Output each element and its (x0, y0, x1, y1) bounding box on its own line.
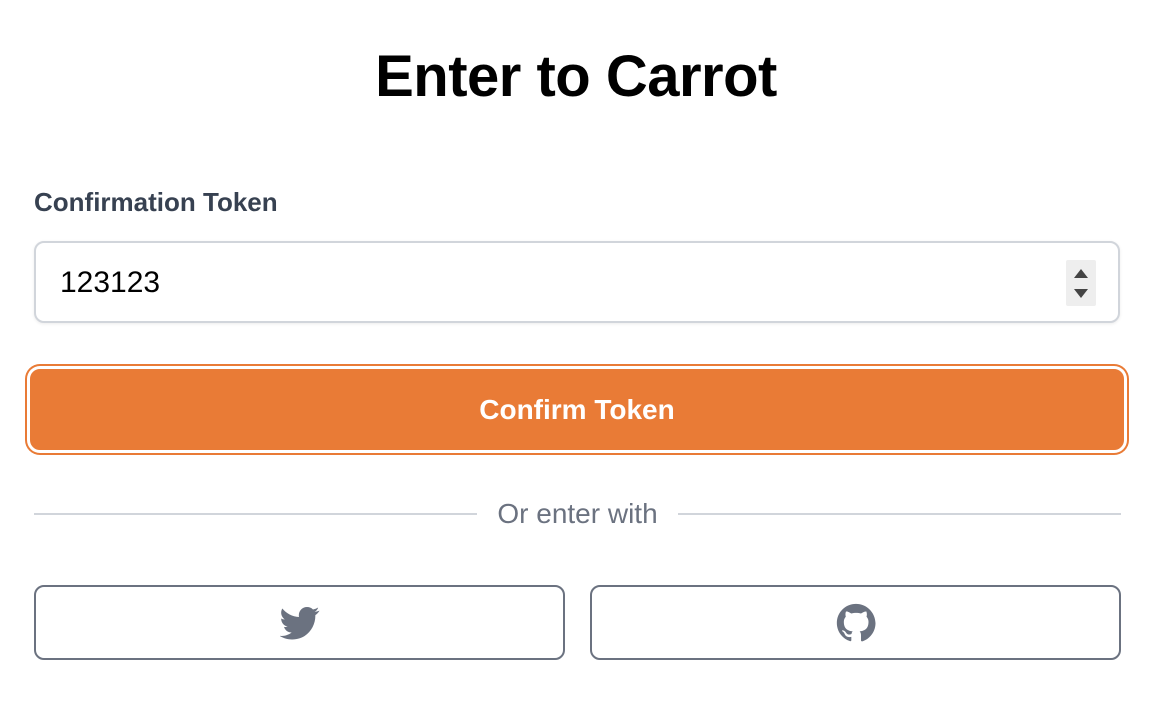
token-input[interactable]: 123123 (34, 241, 1120, 323)
token-label: Confirmation Token (34, 187, 278, 217)
spinner-up-icon[interactable] (1074, 269, 1088, 278)
token-input-value[interactable]: 123123 (60, 265, 160, 301)
twitter-icon (279, 603, 320, 643)
twitter-login-button[interactable] (34, 585, 565, 660)
github-login-button[interactable] (590, 585, 1121, 660)
divider-line-left (34, 513, 477, 515)
page-title: Enter to Carrot (375, 44, 777, 109)
spinner-down-icon[interactable] (1074, 289, 1088, 298)
divider-text: Or enter with (497, 498, 658, 529)
divider-line-right (678, 513, 1121, 515)
login-page: Enter to Carrot Confirmation Token 12312… (0, 0, 1150, 706)
confirm-token-button[interactable]: Confirm Token (30, 369, 1124, 450)
github-icon (836, 603, 876, 643)
number-spinner[interactable] (1066, 260, 1096, 306)
